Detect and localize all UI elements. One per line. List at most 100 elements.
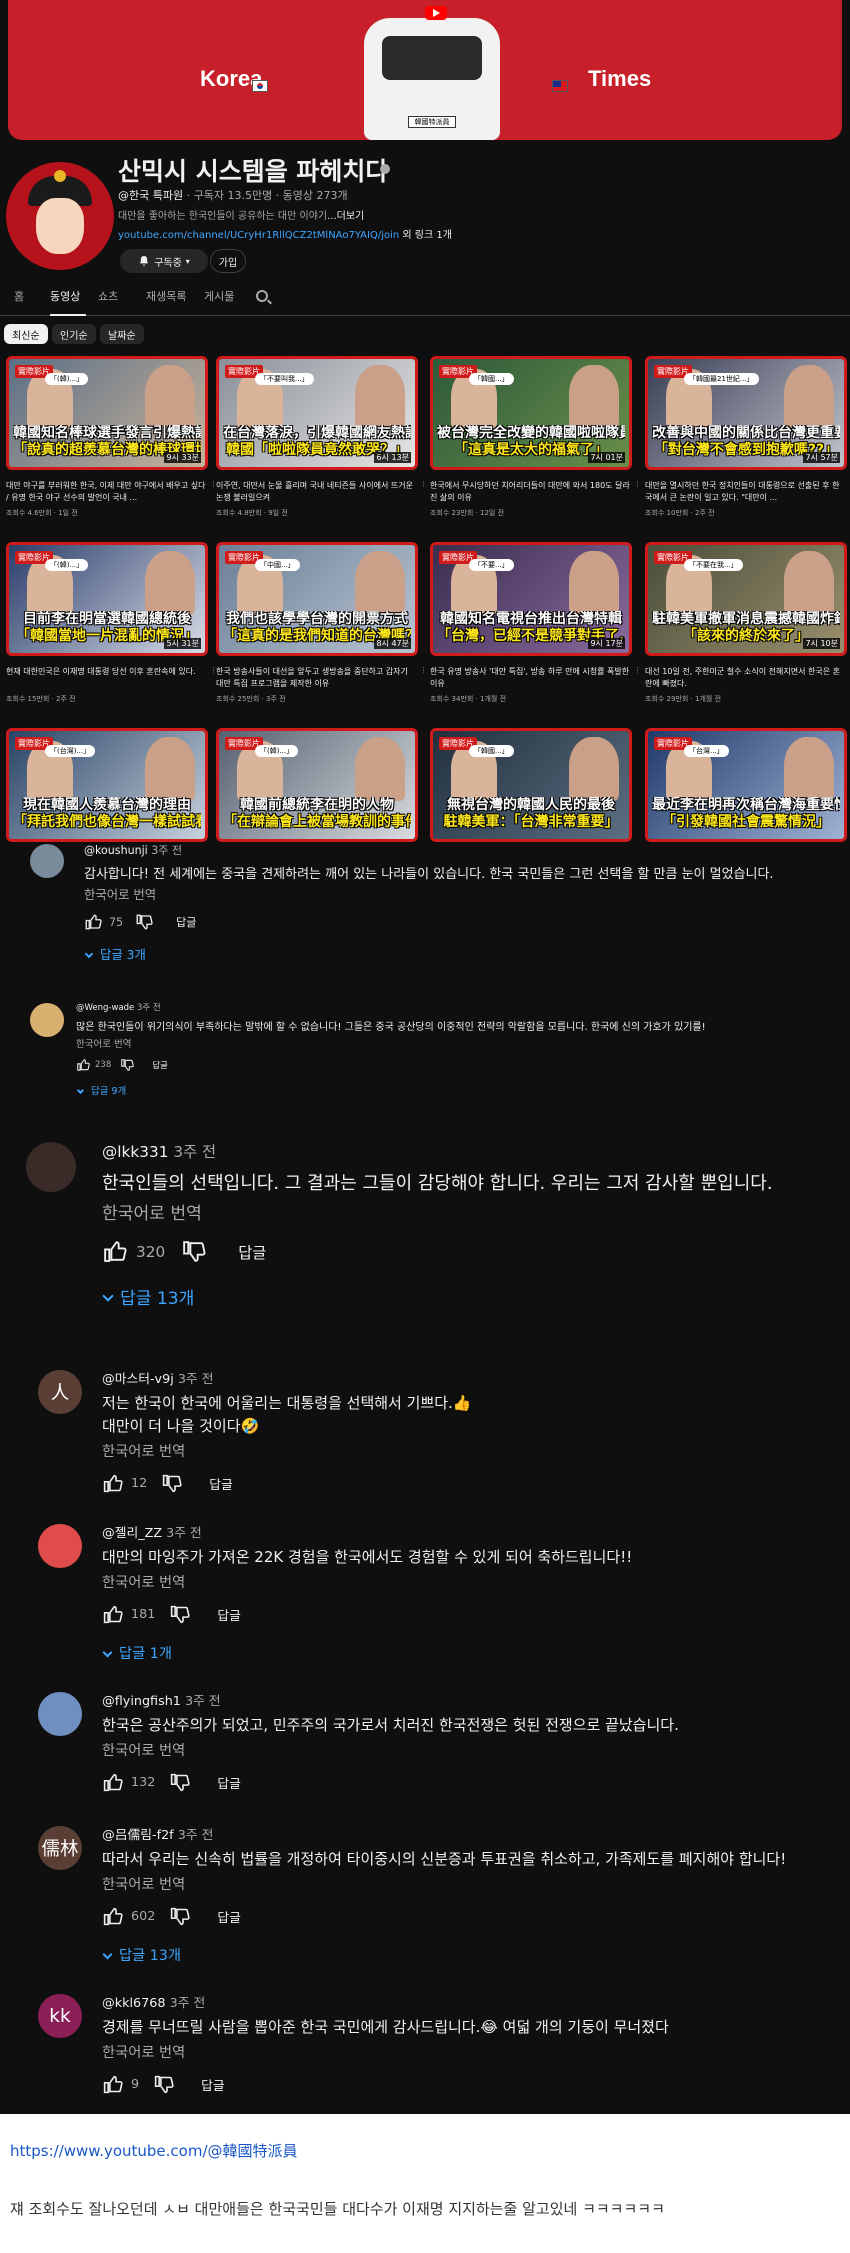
comment-author[interactable]: @lkk331	[102, 1143, 168, 1161]
translate-link[interactable]: 한국어로 번역	[102, 1440, 185, 1461]
like-icon[interactable]	[102, 2074, 123, 2095]
like-icon[interactable]	[102, 1604, 123, 1625]
comment-author[interactable]: @flyingfish1	[102, 1694, 181, 1709]
commenter-avatar[interactable]: 儒林	[38, 1826, 82, 1870]
chip-popular[interactable]: 인기순	[52, 324, 96, 344]
view-replies-button[interactable]: 답글 13개	[102, 1284, 194, 1309]
tab-posts[interactable]: 게시물	[204, 288, 234, 304]
video-thumbnail[interactable]: 實際影片 「韓國最21世紀...」 改善與中國的關係比台灣更重要 「對台灣不會感到抱歉…	[645, 356, 847, 470]
translate-link[interactable]: 한국어로 번역	[102, 1199, 202, 1224]
video-title[interactable]: 대만 야구를 부러워한 한국, 이제 대만 야구에서 배우고 싶다 / 유명 한…	[6, 480, 206, 504]
video-thumbnail[interactable]: 實際影片 「(韓)...」 目前李在明當選韓國總統後 「韓國當地一片混亂的情況」 5시 …	[6, 542, 208, 656]
tab-playlists[interactable]: 재생목록	[146, 288, 186, 304]
video-title[interactable]: 이주연, 대만서 눈물 흘리며 국내 네티즌들 사이에서 뜨거운 논쟁 불러일으…	[216, 480, 416, 504]
channel-description[interactable]: 대만을 좋아하는 한국인들이 공유하는 대만 이야기...더보기	[118, 207, 364, 222]
translate-link[interactable]: 한국어로 번역	[76, 1036, 131, 1050]
dislike-icon[interactable]	[169, 1772, 190, 1793]
tab-home[interactable]: 홈	[14, 288, 24, 304]
video-thumbnail[interactable]: 實際影片「(台灣)...」現在韓國人羨慕台灣的理由「拜託我們也像台灣一樣試試看」	[6, 728, 208, 842]
view-replies-button[interactable]: 답글 1개	[102, 1642, 172, 1663]
dislike-icon[interactable]	[135, 913, 153, 931]
commenter-avatar[interactable]	[30, 1003, 64, 1037]
channel-link-extra[interactable]: 외 링크 1개	[399, 230, 452, 241]
comment-time[interactable]: 3주 전	[170, 1996, 206, 2011]
more-actions-icon[interactable]: ⋮	[420, 666, 427, 674]
video-title[interactable]: 대선 10일 전, 주한미군 철수 소식이 전해지면서 한국은 혼란에 빠졌다.	[645, 666, 845, 690]
dislike-icon[interactable]	[169, 1906, 190, 1927]
translate-link[interactable]: 한국어로 번역	[84, 885, 156, 903]
commenter-avatar[interactable]	[38, 1524, 82, 1568]
footer-url[interactable]: https://www.youtube.com/@韓國特派員	[10, 2140, 298, 2161]
reply-button[interactable]: 답글	[152, 1059, 168, 1071]
video-thumbnail[interactable]: 實際影片 「韓國...」 無視台灣的韓國人民的最後 駐韓美軍：「台灣非常重要」	[430, 728, 632, 842]
commenter-avatar[interactable]: 人	[38, 1370, 82, 1414]
chip-latest[interactable]: 최신순	[4, 324, 48, 344]
video-title[interactable]: 한국 유명 방송사 '대만 특집', 방송 하루 만에 시청률 폭발한 이유	[430, 666, 630, 690]
comment-author[interactable]: @kkl6768	[102, 1996, 166, 2011]
more-actions-icon[interactable]: ⋮	[420, 480, 427, 488]
commenter-avatar[interactable]	[26, 1142, 76, 1192]
comment-author[interactable]: @koushunji	[84, 844, 148, 857]
more-actions-icon[interactable]: ⋮	[634, 480, 641, 488]
search-icon[interactable]	[256, 290, 268, 302]
more-actions-icon[interactable]: ⋮	[634, 666, 641, 674]
tab-shorts[interactable]: 쇼츠	[98, 288, 118, 304]
channel-link-url[interactable]: youtube.com/channel/UCryHr1RllQCZ2tMlNAo…	[118, 230, 399, 241]
translate-link[interactable]: 한국어로 번역	[102, 1571, 185, 1592]
commenter-avatar[interactable]: kk	[38, 1994, 82, 2038]
video-thumbnail[interactable]: 實際影片「(韓)...」韓國知名棒球選手發言引爆熱議「說真的超羨慕台灣的棒球環境…	[6, 356, 208, 470]
comment-time[interactable]: 3주 전	[178, 1372, 214, 1387]
comment-time[interactable]: 3주 전	[185, 1694, 221, 1709]
comment-time[interactable]: 3주 전	[166, 1526, 202, 1541]
comment-author[interactable]: @Weng-wade	[76, 1003, 134, 1013]
video-thumbnail[interactable]: 實際影片「中國...」我們也該學學台灣的開票方式「這真的是我們知道的台灣嗎？」8…	[216, 542, 418, 656]
like-icon[interactable]	[102, 1906, 123, 1927]
channel-avatar[interactable]	[6, 162, 114, 270]
like-icon[interactable]	[102, 1473, 123, 1494]
comment-time[interactable]: 3주 전	[151, 844, 182, 857]
like-icon[interactable]	[102, 1772, 123, 1793]
comment-author[interactable]: @마스터-v9j	[102, 1372, 174, 1387]
translate-link[interactable]: 한국어로 번역	[102, 1873, 185, 1894]
dislike-icon[interactable]	[181, 1239, 206, 1264]
commenter-avatar[interactable]	[38, 1692, 82, 1736]
video-thumbnail[interactable]: 實際影片「不要...」韓國知名電視台推出台灣特輯「台灣，已經不是競爭對手了...…	[430, 542, 632, 656]
view-replies-button[interactable]: 답글 3개	[84, 945, 146, 963]
like-icon[interactable]	[84, 913, 102, 931]
video-thumbnail[interactable]: 實際影片 「不要叫我...」 在台灣落淚，引爆韓國網友熱議 韓國「啦啦隊員竟然敢哭？」…	[216, 356, 418, 470]
reply-button[interactable]: 답글	[176, 914, 196, 930]
reply-button[interactable]: 답글	[238, 1241, 266, 1263]
chip-oldest[interactable]: 날짜순	[100, 324, 144, 344]
reply-button[interactable]: 답글	[217, 1907, 240, 1926]
video-thumbnail[interactable]: 實際影片 「韓國...」 被台灣完全改變的韓國啦啦隊員 「這真是太大的福氣了」 7시 0…	[430, 356, 632, 470]
like-icon[interactable]	[102, 1239, 127, 1264]
reply-button[interactable]: 답글	[217, 1773, 240, 1792]
comment-author[interactable]: @吕儒림-f2f	[102, 1828, 174, 1843]
video-title[interactable]: 대만을 멸시하던 한국 정치인들이 대통령으로 선출된 후 한국에서 큰 논란이…	[645, 480, 845, 504]
subscribed-button[interactable]: 구독중 ▾	[120, 249, 208, 273]
channel-handle[interactable]: @한국 특파원	[118, 189, 183, 202]
join-button[interactable]: 가입	[210, 249, 246, 273]
comment-time[interactable]: 3주 전	[137, 1003, 161, 1013]
view-replies-button[interactable]: 답글 13개	[102, 1944, 181, 1965]
channel-link[interactable]: youtube.com/channel/UCryHr1RllQCZ2tMlNAo…	[118, 226, 452, 241]
video-title[interactable]: 한국 방송사들이 대선을 앞두고 생방송을 중단하고 갑자기 대만 특집 프로그…	[216, 666, 416, 690]
reply-button[interactable]: 답글	[209, 1474, 232, 1493]
commenter-avatar[interactable]	[30, 844, 64, 878]
dislike-icon[interactable]	[153, 2074, 174, 2095]
video-thumbnail[interactable]: 實際影片「(韓)...」韓國前總統李在明的人物「在辯論會上被當場教訓的事件」	[216, 728, 418, 842]
dislike-icon[interactable]	[120, 1058, 134, 1072]
reply-button[interactable]: 답글	[201, 2075, 224, 2094]
video-thumbnail[interactable]: 實際影片 「不要在我...」 駐韓美軍撤軍消息震撼韓國炸鍋 「該來的終於來了」 7시 1…	[645, 542, 847, 656]
video-title[interactable]: 현재 대한민국은 이재명 대통령 당선 이후 혼란속에 있다.	[6, 666, 206, 678]
like-icon[interactable]	[76, 1058, 90, 1072]
translate-link[interactable]: 한국어로 번역	[102, 2041, 185, 2062]
comment-author[interactable]: @젤리_ZZ	[102, 1526, 162, 1541]
tab-videos[interactable]: 동영상	[50, 288, 80, 304]
description-more[interactable]: ...더보기	[327, 211, 364, 222]
reply-button[interactable]: 답글	[217, 1605, 240, 1624]
dislike-icon[interactable]	[169, 1604, 190, 1625]
comment-time[interactable]: 3주 전	[173, 1143, 216, 1161]
video-title[interactable]: 한국에서 무시당하던 치어리더들이 대만에 와서 180도 달라진 삶의 이유	[430, 480, 630, 504]
translate-link[interactable]: 한국어로 번역	[102, 1739, 185, 1760]
